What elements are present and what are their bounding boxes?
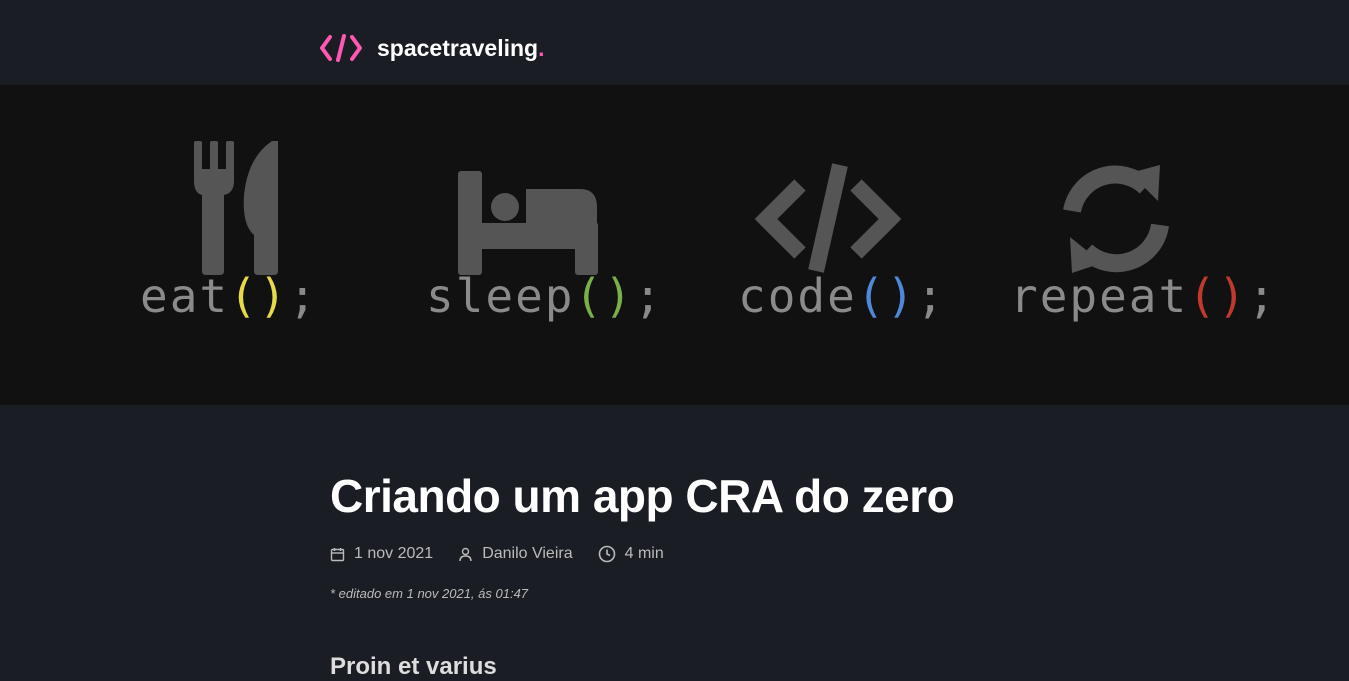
banner-semicolon: ;: [288, 269, 319, 323]
post-date-text: 1 nov 2021: [354, 545, 434, 562]
banner-word-code: code();: [738, 269, 946, 323]
code-icon: [754, 163, 902, 273]
post-date: 1 nov 2021: [330, 545, 433, 563]
post-reading-time: 4 min: [598, 545, 664, 563]
banner-word-text: repeat: [1010, 269, 1189, 323]
header: spacetraveling.: [0, 0, 1349, 85]
post-section-heading: Proin et varius: [330, 653, 497, 680]
banner-paren: (): [229, 269, 289, 323]
calendar-icon: [330, 547, 345, 561]
banner-word-repeat: repeat();: [1010, 269, 1277, 323]
fork-knife-icon: [194, 141, 278, 275]
post-author: Danilo Vieira: [458, 545, 573, 563]
banner-semicolon: ;: [916, 269, 946, 323]
banner-semicolon: ;: [633, 269, 664, 323]
bed-icon: [458, 171, 598, 275]
banner-word-text: eat: [140, 269, 230, 323]
banner-word-eat: eat();: [140, 269, 318, 323]
code-brackets-icon: [320, 34, 362, 62]
post-author-text: Danilo Vieira: [482, 545, 573, 562]
user-icon: [459, 547, 472, 561]
logo-text: spacetraveling: [377, 34, 539, 61]
banner-paren: (): [1188, 269, 1248, 323]
banner-paren: (): [856, 269, 917, 323]
banner-word-text: sleep: [426, 269, 575, 323]
post-meta: 1 nov 2021 Danilo Vieira 4 min: [330, 545, 689, 563]
banner-paren: (): [574, 269, 634, 323]
banner-word-sleep: sleep();: [426, 269, 664, 323]
logo[interactable]: spacetraveling.: [320, 33, 544, 63]
clock-icon: [598, 545, 615, 563]
post-edited-note: * editado em 1 nov 2021, ás 01:47: [330, 586, 529, 601]
post-title: Criando um app CRA do zero: [330, 470, 955, 522]
post-reading-time-text: 4 min: [624, 545, 664, 562]
post-banner: eat(); sleep(); code(); repeat();: [0, 85, 1349, 405]
banner-word-text: code: [738, 269, 857, 323]
banner-semicolon: ;: [1247, 269, 1278, 323]
logo-dot: .: [538, 34, 545, 61]
